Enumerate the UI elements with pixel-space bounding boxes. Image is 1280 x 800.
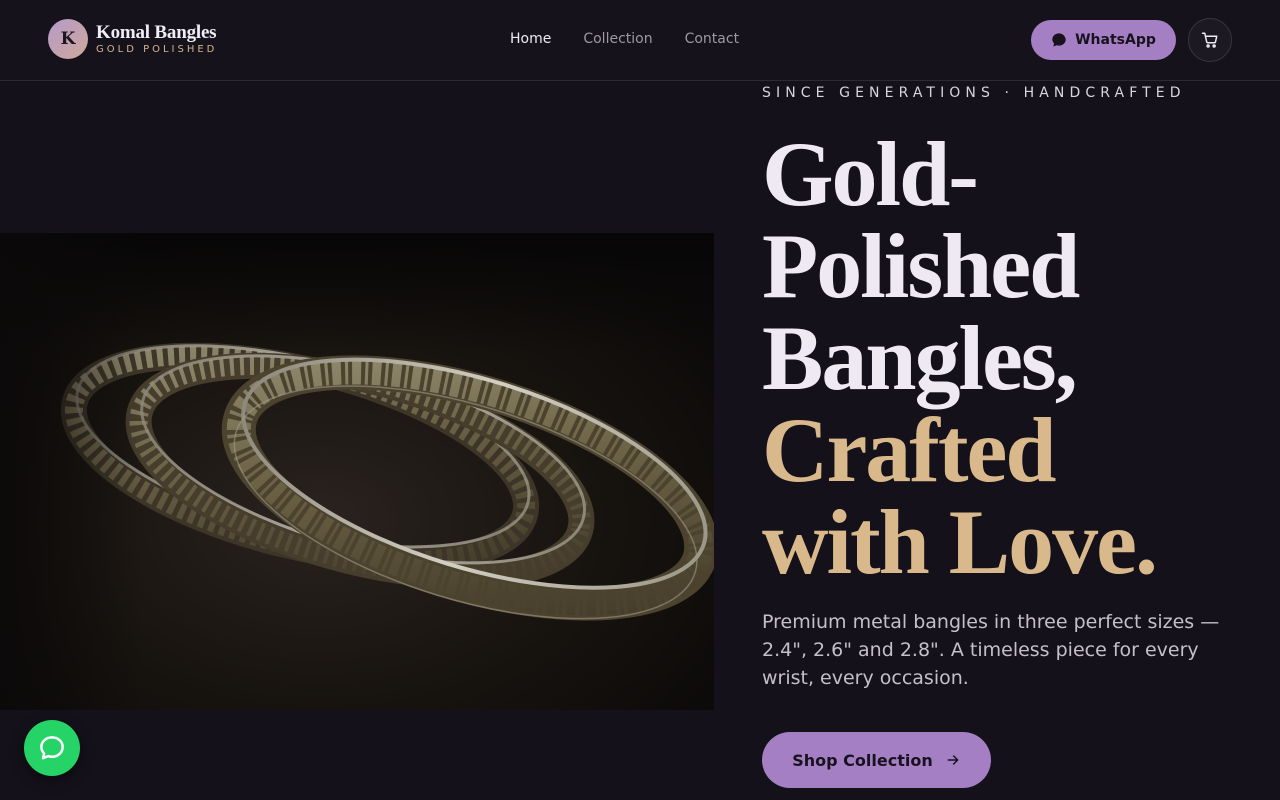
cart-icon	[1201, 32, 1218, 48]
nav-link-contact[interactable]: Contact	[685, 30, 739, 48]
floating-whatsapp-button[interactable]	[24, 720, 80, 776]
hero-headline: Gold- Polished Bangles, Crafted with Lov…	[762, 128, 1262, 588]
headline-line-5: with Love.	[762, 491, 1158, 593]
arrow-right-icon	[947, 755, 959, 765]
hero-bangles-image	[0, 233, 714, 710]
hero-description: Premium metal bangles in three perfect s…	[762, 611, 1220, 689]
shop-collection-button[interactable]: Shop Collection	[762, 732, 991, 788]
brand-name: Komal Bangles	[96, 21, 217, 43]
site-header: K Komal Bangles GOLD POLISHED Home Colle…	[0, 0, 1280, 81]
headline-line-2: Polished	[762, 215, 1080, 317]
whatsapp-button-label: WhatsApp	[1075, 32, 1156, 48]
page: K Komal Bangles GOLD POLISHED Home Colle…	[0, 0, 1280, 800]
hero-eyebrow: SINCE GENERATIONS · HANDCRAFTED	[762, 85, 1186, 101]
main-nav: Home Collection Contact	[510, 30, 771, 48]
chat-bubble-icon	[40, 736, 64, 760]
brand-text: Komal Bangles GOLD POLISHED	[96, 21, 218, 56]
brand-logo[interactable]: K Komal Bangles GOLD POLISHED	[48, 19, 217, 59]
headline-line-4: Crafted	[762, 399, 1057, 501]
brand-initial: K	[60, 29, 76, 49]
nav-link-home[interactable]: Home	[510, 30, 551, 48]
brand-avatar: K	[48, 19, 88, 59]
bangles-illustration	[0, 233, 714, 710]
nav-link-collection[interactable]: Collection	[583, 30, 652, 48]
brand-tagline: GOLD POLISHED	[96, 43, 218, 55]
shop-collection-label: Shop Collection	[792, 750, 933, 770]
chat-bubble-icon	[1052, 33, 1066, 47]
headline-line-1: Gold-	[762, 123, 979, 225]
cart-button[interactable]	[1188, 18, 1232, 62]
headline-line-3: Bangles,	[762, 307, 1078, 409]
whatsapp-button[interactable]: WhatsApp	[1031, 20, 1176, 60]
